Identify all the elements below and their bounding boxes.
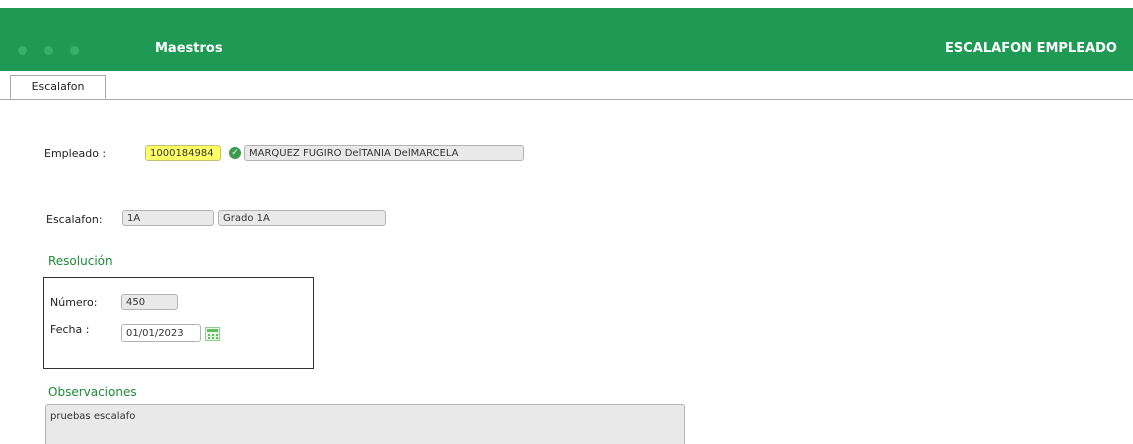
escalafon-code-field[interactable]: 1A — [122, 210, 214, 226]
empleado-id-field[interactable]: 1000184984 — [145, 145, 221, 161]
window-dot-icon — [44, 46, 53, 55]
numero-field[interactable]: 450 — [121, 294, 178, 310]
top-border — [0, 0, 1133, 8]
observaciones-section-title: Observaciones — [48, 385, 137, 399]
fecha-field[interactable]: 01/01/2023 — [121, 324, 201, 342]
fecha-label: Fecha : — [50, 323, 90, 336]
empleado-label: Empleado : — [44, 147, 107, 160]
numero-label: Número: — [50, 296, 98, 309]
escalafon-label: Escalafon: — [46, 213, 103, 226]
window-dot-icon — [18, 46, 27, 55]
calendar-icon[interactable] — [205, 327, 220, 341]
lookup-icon[interactable]: ✓ — [229, 147, 241, 159]
tab-bar: Escalafon — [0, 71, 1133, 100]
module-title: Maestros — [155, 41, 223, 56]
empleado-name-field[interactable]: MARQUEZ FUGIRO DelTANIA DelMARCELA — [244, 145, 524, 161]
observaciones-textarea[interactable]: pruebas escalafo — [45, 404, 685, 444]
window-dot-icon — [70, 46, 79, 55]
tab-escalafon[interactable]: Escalafon — [10, 75, 106, 99]
escalafon-name-field[interactable]: Grado 1A — [218, 210, 386, 226]
header-bar: Maestros ESCALAFON EMPLEADO — [0, 8, 1133, 71]
page-title: ESCALAFON EMPLEADO — [945, 41, 1117, 56]
resolucion-section-title: Resolución — [48, 254, 113, 268]
